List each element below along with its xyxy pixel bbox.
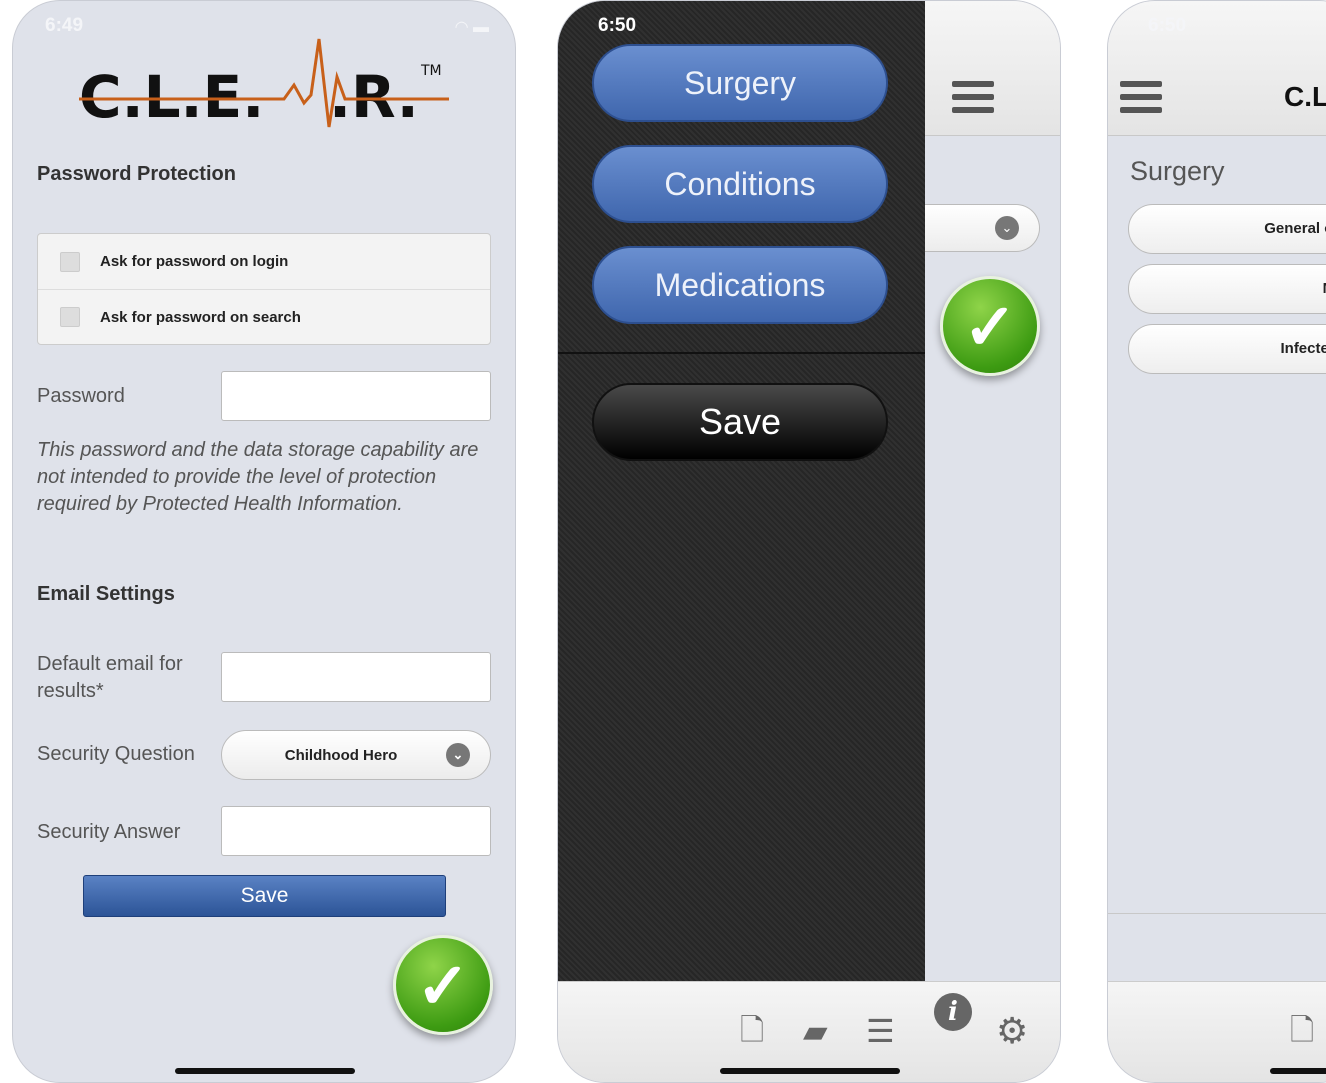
svg-text:.R.: .R. — [329, 63, 419, 131]
password-input[interactable] — [221, 371, 491, 421]
gear-icon[interactable]: ⚙ — [996, 1011, 1028, 1051]
surgery-screen: 6:50 C.L Surgery General or v Minor Infe… — [1107, 0, 1326, 1083]
checkbox-group: Ask for password on login Ask for passwo… — [37, 233, 491, 345]
search-password-option[interactable]: Ask for password on search — [38, 289, 490, 344]
password-section-title: Password Protection — [37, 163, 236, 185]
security-question-select[interactable]: Childhood Hero ⌄ — [221, 730, 491, 780]
status-icons: ◠ ▬ — [454, 19, 489, 36]
list-item[interactable]: Infected s — [1128, 324, 1326, 374]
home-indicator — [175, 1068, 355, 1074]
disclaimer-note: This password and the data storage capab… — [37, 439, 479, 515]
status-time: 6:50 — [598, 15, 637, 36]
checkbox[interactable] — [60, 307, 80, 327]
chevron-down-icon: ⌄ — [995, 216, 1019, 240]
password-label: Password — [37, 385, 125, 407]
list-item[interactable]: Minor — [1128, 264, 1326, 314]
hamburger-menu-icon[interactable] — [1120, 81, 1162, 113]
new-document-icon[interactable]: 🗋 — [740, 1011, 764, 1051]
books-icon[interactable]: ☰ — [866, 1011, 895, 1051]
security-question-label: Security Question — [37, 743, 195, 765]
security-answer-label: Security Answer — [37, 821, 181, 843]
security-answer-input[interactable] — [221, 806, 491, 856]
default-email-input[interactable] — [221, 652, 491, 702]
home-indicator — [1270, 1068, 1326, 1074]
status-time: 6:49 — [45, 15, 84, 36]
clear-logo: C.L — [1284, 81, 1326, 112]
settings-screen: 6:49 ◠ ▬ C.L.E. .R. TM Password Protecti… — [12, 0, 516, 1083]
hamburger-menu-icon[interactable] — [952, 81, 994, 113]
save-button[interactable]: Save — [592, 383, 888, 461]
status-time: 6:50 — [1148, 15, 1187, 36]
clear-logo: C.L.E. .R. TM — [79, 38, 449, 131]
save-button[interactable]: Save — [83, 875, 446, 917]
divider — [558, 352, 925, 354]
folder-icon[interactable]: ▰ — [803, 1011, 828, 1051]
side-drawer: 6:50 Surgery Conditions Medications Save — [558, 1, 925, 981]
home-indicator — [720, 1068, 900, 1074]
default-email-label: Default email for results* — [37, 653, 183, 702]
checkbox-label: Ask for password on search — [100, 308, 301, 326]
checkmark-icon[interactable]: ✓ — [940, 276, 1040, 376]
checkmark-icon[interactable]: ✓ — [393, 935, 493, 1035]
chevron-down-icon: ⌄ — [446, 743, 470, 767]
menu-item-conditions[interactable]: Conditions — [592, 145, 888, 223]
menu-item-surgery[interactable]: Surgery — [592, 44, 888, 122]
svg-text:C.L.E.: C.L.E. — [79, 63, 264, 131]
section-title: Surgery — [1130, 156, 1225, 186]
checkbox[interactable] — [60, 251, 80, 272]
new-document-icon[interactable]: 🗋 — [1290, 1011, 1314, 1051]
checkbox-label: Ask for password on login — [100, 253, 289, 270]
info-icon[interactable]: i — [934, 993, 972, 1031]
list-item[interactable]: General or v — [1128, 204, 1326, 254]
menu-item-medications[interactable]: Medications — [592, 246, 888, 324]
divider — [1108, 913, 1326, 914]
dropdown[interactable]: ⌄ — [925, 204, 1040, 252]
email-section-title: Email Settings — [37, 583, 175, 605]
trademark: TM — [420, 63, 442, 79]
login-password-option[interactable]: Ask for password on login — [38, 234, 490, 289]
menu-screen: ⌄ ✓ 6:50 Surgery Conditions Medications … — [557, 0, 1061, 1083]
header-bar — [1108, 1, 1326, 136]
selected-value: Childhood Hero — [284, 746, 398, 764]
